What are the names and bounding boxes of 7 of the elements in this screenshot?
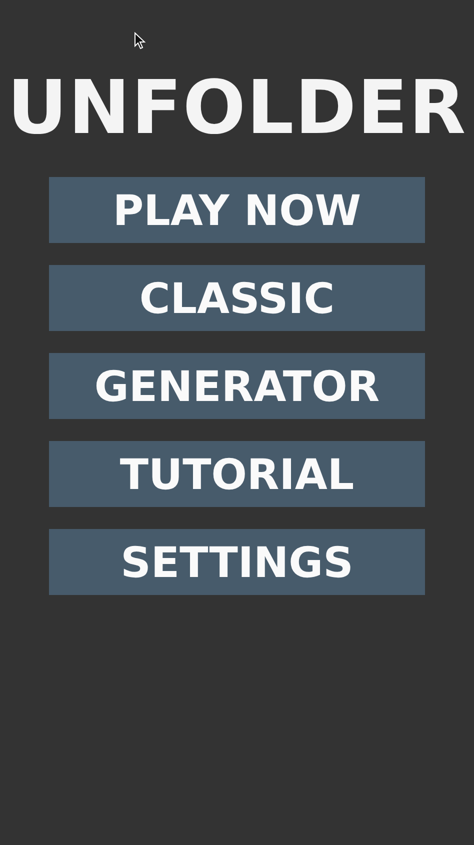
mouse-pointer-icon xyxy=(134,32,146,50)
menu-button[interactable]: GENERATOR xyxy=(49,353,425,419)
menu-button[interactable]: SETTINGS xyxy=(49,529,425,595)
menu-button[interactable]: TUTORIAL xyxy=(49,441,425,507)
menu-button[interactable]: PLAY NOW xyxy=(49,177,425,243)
game-title: UNFOLDER xyxy=(7,68,467,148)
menu-button[interactable]: CLASSIC xyxy=(49,265,425,331)
